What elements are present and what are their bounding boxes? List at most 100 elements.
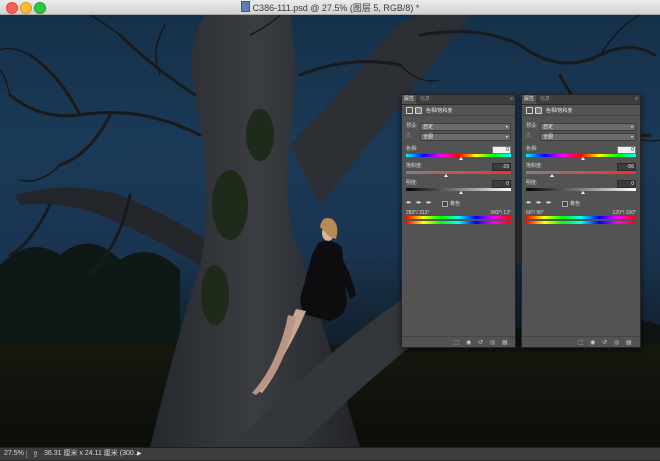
status-divider (26, 450, 27, 458)
hand-target-icon[interactable]: ☝ (406, 132, 410, 139)
input-color-bar[interactable] (406, 216, 511, 219)
chevron-down-icon: ▾ (505, 134, 508, 139)
mask-icon[interactable] (535, 107, 542, 114)
channel-value: 全图 (423, 134, 434, 140)
document-info: 36.31 厘米 x 24.11 厘米 (300... (44, 450, 140, 457)
chevron-down-icon: ▾ (505, 124, 508, 129)
saturation-row: 饱和度: -29 (406, 163, 511, 171)
preset-row: 预设: 自定 ▾ (526, 123, 636, 131)
lightness-row: 明度: 0 (406, 180, 511, 188)
lightness-slider-thumb[interactable] (458, 191, 463, 194)
tab-info[interactable]: 信息 (418, 95, 432, 104)
hue-slider-thumb[interactable] (458, 157, 463, 160)
eyedropper-icon[interactable]: ✒ (526, 199, 532, 207)
saturation-label: 饱和度: (526, 163, 543, 169)
document-title-text: C386-111.psd @ 27.5% (图层 5, RGB/8) * (252, 3, 420, 13)
lightness-input[interactable]: 0 (617, 180, 636, 188)
view-previous-icon[interactable]: ◉ (590, 339, 595, 346)
hue-input[interactable]: 0 (492, 146, 511, 154)
saturation-label: 饱和度: (406, 163, 423, 169)
preset-label: 预设: (526, 123, 538, 129)
panel-menu-icon[interactable]: ≡ (510, 96, 513, 102)
eyedropper-plus-icon[interactable]: ✒ (536, 199, 542, 207)
panel-footer: ⬚ ◉ ↺ ◎ ▤ (522, 336, 640, 347)
channel-row: ☝ 全图 ▾ (526, 132, 636, 141)
eyedropper-tools: ✒ ✒ ✒ 着色 (406, 199, 511, 208)
clip-to-layer-icon[interactable]: ⬚ (578, 339, 584, 346)
title-bar: C386-111.psd @ 27.5% (图层 5, RGB/8) * (0, 0, 660, 15)
saturation-input[interactable]: -29 (492, 163, 511, 171)
eyedropper-minus-icon[interactable]: ✒ (426, 199, 432, 207)
clip-to-layer-icon[interactable]: ⬚ (454, 339, 460, 346)
chevron-down-icon: ▾ (630, 134, 633, 139)
lightness-slider[interactable] (406, 188, 511, 194)
panel-footer: ⬚ ◉ ↺ ◎ ▤ (402, 336, 515, 347)
mask-icon[interactable] (415, 107, 422, 114)
adjustment-layer-icon (526, 107, 533, 114)
hue-label: 色相: (526, 146, 538, 152)
trash-icon[interactable]: ▤ (502, 339, 508, 346)
tab-info[interactable]: 信息 (538, 95, 552, 104)
adjustment-header: 色相/饱和度 (522, 105, 640, 116)
triangle-right-icon[interactable]: ▶ (137, 448, 142, 460)
eyedropper-icon[interactable]: ✒ (406, 199, 412, 207)
channel-select[interactable]: 全图 ▾ (420, 133, 511, 141)
lightness-row: 明度: 0 (526, 180, 636, 188)
visibility-icon[interactable]: ◎ (614, 339, 619, 346)
visibility-icon[interactable]: ◎ (490, 339, 495, 346)
channel-value: 全图 (543, 134, 554, 140)
eyedropper-tools: ✒ ✒ ✒ 着色 (526, 199, 636, 208)
colorize-checkbox[interactable] (562, 201, 568, 207)
preset-label: 预设: (406, 123, 418, 129)
properties-panel-left: 属性 信息 ≡ 色相/饱和度 预设: 自定 ▾ ☝ 全图 ▾ 色相: 0 饱和度: … (401, 94, 516, 348)
input-color-bar[interactable] (526, 216, 636, 219)
lightness-slider-thumb[interactable] (581, 191, 585, 194)
colorize-checkbox[interactable] (442, 201, 448, 207)
saturation-slider[interactable] (526, 171, 636, 177)
saturation-row: 饱和度: -56 (526, 163, 636, 171)
lightness-slider[interactable] (526, 188, 636, 194)
properties-panel-right: 属性 信息 ≡ 色相/饱和度 预设: 自定 ▾ ☝ 全图 ▾ 色相: 0 饱和度: … (521, 94, 641, 348)
hue-input[interactable]: 0 (617, 146, 636, 154)
hue-slider[interactable] (406, 154, 511, 160)
zoom-level[interactable]: 27.5% (4, 448, 24, 460)
hue-row: 色相: 0 (406, 146, 511, 154)
eyedropper-minus-icon[interactable]: ✒ (546, 199, 552, 207)
eyedropper-plus-icon[interactable]: ✒ (416, 199, 422, 207)
lightness-label: 明度: (406, 180, 418, 186)
reset-icon[interactable]: ↺ (478, 339, 483, 346)
chevron-down-icon: ▾ (630, 124, 633, 129)
hue-row: 色相: 0 (526, 146, 636, 154)
saturation-slider[interactable] (406, 171, 511, 177)
preset-row: 预设: 自定 ▾ (406, 123, 511, 131)
preset-value: 自定 (423, 124, 434, 130)
view-previous-icon[interactable]: ◉ (466, 339, 471, 346)
hand-target-icon[interactable]: ☝ (526, 132, 530, 139)
saturation-input[interactable]: -56 (617, 163, 636, 171)
tab-properties[interactable]: 属性 (522, 95, 537, 104)
tab-properties[interactable]: 属性 (402, 95, 417, 104)
lightness-input[interactable]: 0 (492, 180, 511, 188)
preset-select[interactable]: 自定 ▾ (420, 123, 511, 131)
channel-select[interactable]: 全图 ▾ (540, 133, 636, 141)
saturation-slider-thumb[interactable] (443, 174, 448, 177)
channel-row: ☝ 全图 ▾ (406, 132, 511, 141)
output-color-bar (526, 221, 636, 224)
adjustment-layer-icon (406, 107, 413, 114)
output-color-bar (406, 221, 511, 224)
colorize-label: 着色 (450, 201, 461, 207)
saturation-slider-thumb[interactable] (550, 174, 555, 177)
panel-tabs: 属性 信息 ≡ (522, 95, 640, 105)
hue-slider-thumb[interactable] (581, 157, 585, 160)
status-bar: 27.5% ⇪ 36.31 厘米 x 24.11 厘米 (300... ▶ (0, 447, 660, 460)
share-icon[interactable]: ⇪ (32, 449, 39, 461)
preset-select[interactable]: 自定 ▾ (540, 123, 636, 131)
adjustment-title: 色相/饱和度 (546, 108, 573, 114)
hue-label: 色相: (406, 146, 418, 152)
hue-slider[interactable] (526, 154, 636, 160)
reset-icon[interactable]: ↺ (602, 339, 607, 346)
trash-icon[interactable]: ▤ (626, 339, 632, 346)
lightness-label: 明度: (526, 180, 538, 186)
panel-menu-icon[interactable]: ≡ (635, 96, 638, 102)
adjustment-header: 色相/饱和度 (402, 105, 515, 116)
